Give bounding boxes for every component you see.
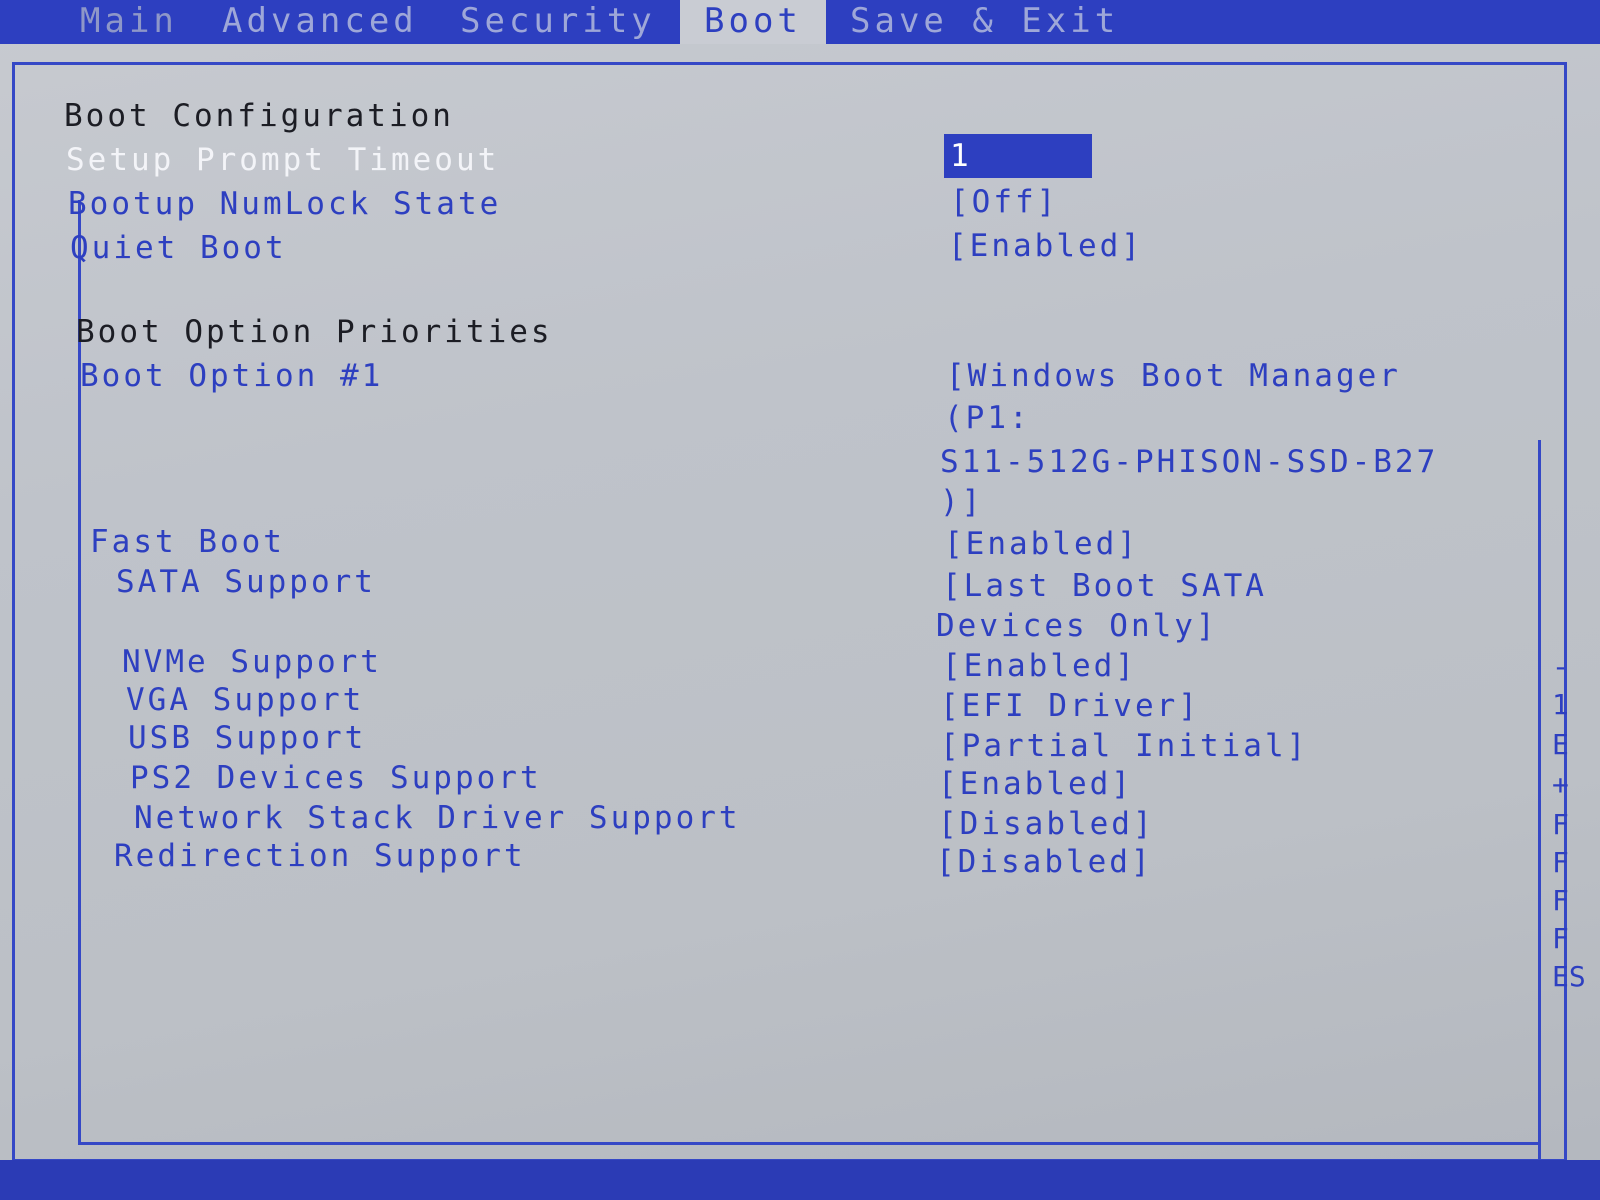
boot-option-1-value-line-3[interactable]: S11-512G-PHISON-SSD-B27: [940, 442, 1438, 482]
tab-advanced[interactable]: Advanced: [222, 0, 418, 44]
boot-option-1-value-line-4[interactable]: )]: [940, 482, 983, 522]
bootup-numlock-state-value[interactable]: [Off]: [950, 182, 1058, 222]
sata-support-label[interactable]: SATA Support: [116, 562, 376, 602]
vga-support-label[interactable]: VGA Support: [126, 680, 364, 720]
ps2-devices-support-value[interactable]: [Enabled]: [938, 764, 1133, 804]
help-key-4: +: [1552, 768, 1569, 801]
setup-prompt-timeout-label[interactable]: Setup Prompt Timeout: [66, 140, 499, 180]
tab-boot[interactable]: Boot: [680, 0, 826, 44]
sata-support-value-line-2[interactable]: Devices Only]: [936, 606, 1218, 646]
vga-support-value[interactable]: [EFI Driver]: [940, 686, 1200, 726]
usb-support-label[interactable]: USB Support: [128, 718, 366, 758]
network-stack-driver-support-value[interactable]: [Disabled]: [938, 804, 1155, 844]
help-divider: [1538, 440, 1541, 1160]
help-key-9: ES: [1552, 960, 1586, 993]
boot-option-1-value-line-1[interactable]: [Windows Boot Manager: [946, 356, 1401, 396]
help-key-6: F: [1552, 846, 1569, 879]
help-key-7: F: [1552, 884, 1569, 917]
sata-support-value-line-1[interactable]: [Last Boot SATA: [942, 566, 1267, 606]
menu-bar: Main Advanced Security Boot Save & Exit: [0, 0, 1600, 44]
tab-main[interactable]: Main: [80, 0, 178, 44]
fast-boot-label[interactable]: Fast Boot: [90, 522, 285, 562]
boot-option-1-label[interactable]: Boot Option #1: [80, 356, 383, 396]
usb-support-value[interactable]: [Partial Initial]: [940, 726, 1308, 766]
nvme-support-value[interactable]: [Enabled]: [942, 646, 1137, 686]
help-key-3: E: [1552, 728, 1569, 761]
tab-security[interactable]: Security: [460, 0, 656, 44]
bootup-numlock-state-label[interactable]: Bootup NumLock State: [68, 184, 501, 224]
boot-configuration-title: Boot Configuration: [64, 98, 454, 134]
network-stack-driver-support-label[interactable]: Network Stack Driver Support: [134, 798, 741, 838]
setup-prompt-timeout-field[interactable]: 1: [944, 134, 1092, 178]
boot-option-1-value-line-2[interactable]: (P1:: [944, 398, 1031, 438]
quiet-boot-label[interactable]: Quiet Boot: [70, 228, 287, 268]
boot-option-priorities-title: Boot Option Priorities: [76, 314, 553, 350]
help-key-5: F: [1552, 808, 1569, 841]
redirection-support-label[interactable]: Redirection Support: [114, 836, 526, 876]
tab-save-exit[interactable]: Save & Exit: [850, 0, 1119, 44]
bios-screen: Main Advanced Security Boot Save & Exit …: [0, 0, 1600, 1200]
fast-boot-value[interactable]: [Enabled]: [944, 524, 1139, 564]
status-bar: [0, 1160, 1600, 1200]
nvme-support-label[interactable]: NVMe Support: [122, 642, 382, 682]
quiet-boot-value[interactable]: [Enabled]: [948, 226, 1143, 266]
help-key-8: F: [1552, 922, 1569, 955]
help-key-1: -: [1552, 650, 1569, 683]
help-key-2: 1: [1552, 688, 1569, 721]
redirection-support-value[interactable]: [Disabled]: [936, 842, 1153, 882]
ps2-devices-support-label[interactable]: PS2 Devices Support: [130, 758, 542, 798]
